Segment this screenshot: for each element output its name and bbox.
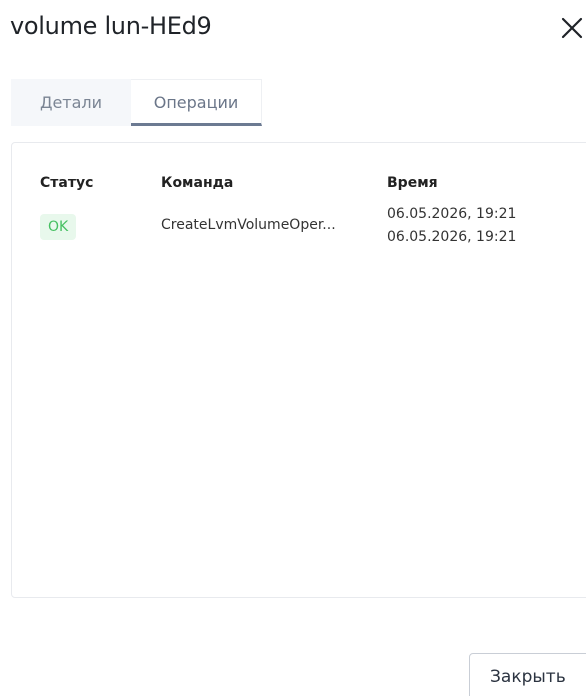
dialog-title: volume lun-HEd9	[10, 12, 212, 40]
close-button[interactable]: Закрыть	[469, 653, 586, 696]
time-end-cell: 06.05.2026, 19:21	[387, 229, 517, 245]
time-column-header: Время	[387, 175, 438, 191]
tab-details[interactable]: Детали	[11, 79, 131, 126]
tab-bar: Детали Операции	[11, 79, 262, 126]
command-cell: CreateLvmVolumeOper...	[161, 217, 336, 233]
time-start-cell: 06.05.2026, 19:21	[387, 206, 517, 222]
tab-operations[interactable]: Операции	[131, 79, 262, 126]
status-column-header: Статус	[40, 175, 94, 191]
command-column-header: Команда	[161, 175, 234, 191]
close-icon[interactable]	[560, 16, 584, 40]
operations-panel: Статус Команда Время OK CreateLvmVolumeO…	[11, 142, 586, 598]
status-badge: OK	[40, 214, 77, 240]
volume-dialog: volume lun-HEd9 Детали Операции Статус К…	[0, 0, 586, 696]
